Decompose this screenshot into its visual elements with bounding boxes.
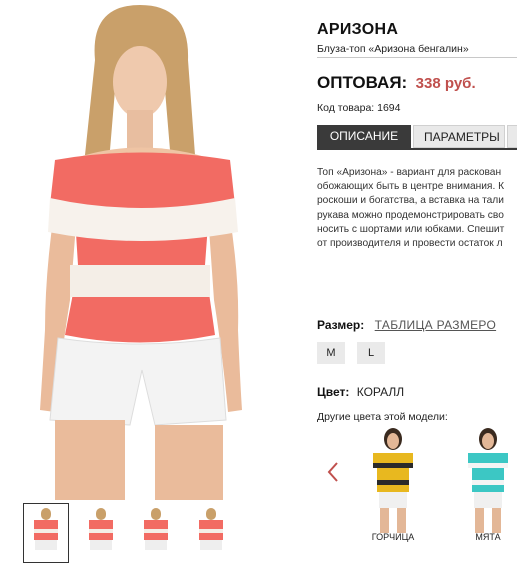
color-variant-mustard[interactable] <box>358 427 428 535</box>
description-line: обожающих быть в центре внимания. К <box>317 181 505 193</box>
color-row: Цвет: КОРАЛЛ <box>317 385 404 399</box>
thumbnail-4[interactable] <box>189 504 233 562</box>
product-info-panel: АРИЗОНА Блуза-топ «Аризона бенгалин» ОПТ… <box>317 0 517 563</box>
main-product-photo[interactable] <box>0 0 300 500</box>
tabs-underline <box>317 148 517 150</box>
info-tabs: ОПИСАНИЕ ПАРАМЕТРЫ <box>317 125 517 148</box>
color-value: КОРАЛЛ <box>356 385 405 399</box>
description-line: Топ «Аризона» - вариант для раскован <box>317 167 502 178</box>
size-option-l[interactable]: L <box>357 342 385 364</box>
divider <box>317 57 517 58</box>
size-label: Размер: <box>317 318 365 332</box>
product-description: Топ «Аризона» - вариант для раскован обо… <box>317 166 517 251</box>
description-line: носить с шортами или юбками. Спешит <box>317 223 505 235</box>
tab-more[interactable] <box>507 125 517 148</box>
color-label: Цвет: <box>317 385 350 399</box>
price-value: 338 руб. <box>415 75 476 92</box>
size-table-link[interactable]: ТАБЛИЦА РАЗМЕРО <box>375 318 496 332</box>
price-label: ОПТОВАЯ: <box>317 73 408 92</box>
tab-parameters[interactable]: ПАРАМЕТРЫ <box>413 125 505 148</box>
description-line: роскоши и богатства, а вставка на тали <box>317 195 504 207</box>
description-line: рукава можно продемонстрировать сво <box>317 209 504 221</box>
product-sku: Код товара: 1694 <box>317 102 401 114</box>
size-option-m[interactable]: M <box>317 342 345 364</box>
price-row: ОПТОВАЯ: 338 руб. <box>317 73 476 93</box>
variant-name: МЯТА <box>475 532 501 542</box>
product-subtitle: Блуза-топ «Аризона бенгалин» <box>317 43 469 55</box>
thumbnail-strip <box>23 503 300 563</box>
size-row: Размер: ТАБЛИЦА РАЗМЕРО <box>317 316 496 334</box>
thumbnail-3[interactable] <box>134 504 178 562</box>
chevron-left-icon[interactable] <box>326 461 340 483</box>
variant-name: ГОРЧИЦА <box>371 532 415 542</box>
thumbnail-2[interactable] <box>79 504 123 562</box>
thumbnail-1[interactable] <box>23 503 69 563</box>
description-line: от производителя и провести остаток л <box>317 238 503 250</box>
product-title: АРИЗОНА <box>317 21 399 38</box>
other-colors-label: Другие цвета этой модели: <box>317 411 448 423</box>
color-variant-mint[interactable] <box>453 427 517 535</box>
tab-description[interactable]: ОПИСАНИЕ <box>317 125 411 148</box>
